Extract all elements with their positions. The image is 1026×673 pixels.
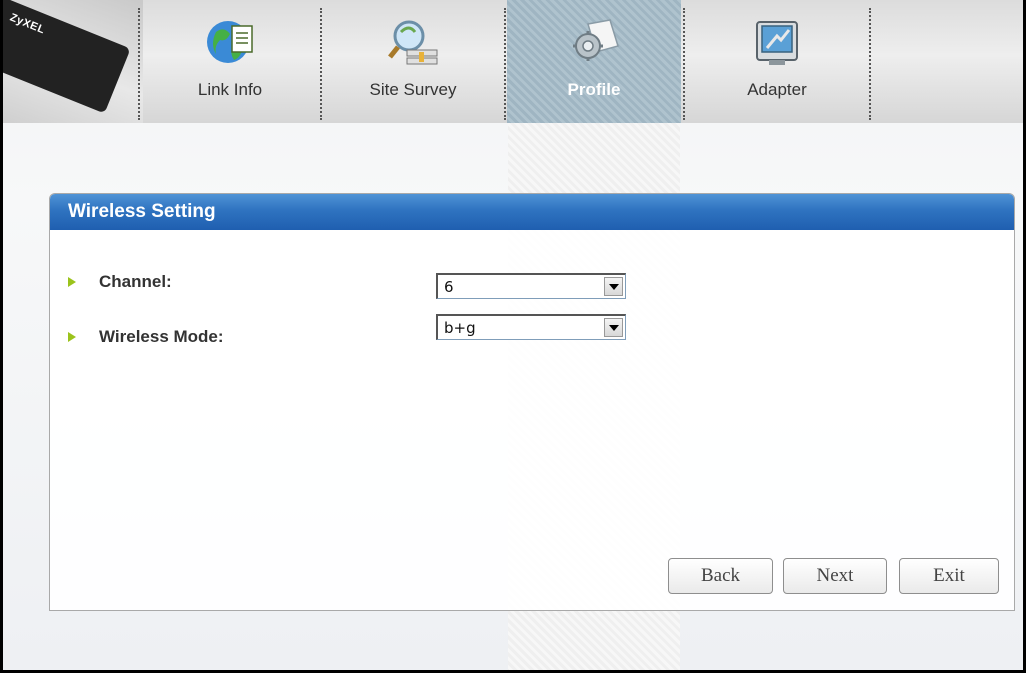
bullet-arrow-icon	[68, 332, 76, 342]
tab-adapter-label: Adapter	[747, 80, 807, 99]
chevron-down-icon[interactable]	[604, 318, 623, 337]
panel-header: Wireless Setting	[50, 194, 1014, 230]
brand-device-image: ZyXEL	[3, 0, 143, 123]
wireless-mode-select[interactable]: b+g	[436, 314, 626, 340]
tab-site-survey[interactable]: Site Survey	[322, 0, 504, 123]
bullet-arrow-icon	[68, 277, 76, 287]
gear-document-icon	[573, 19, 619, 61]
back-button[interactable]: Back	[668, 558, 773, 594]
next-button[interactable]: Next	[783, 558, 887, 594]
tab-site-survey-label: Site Survey	[369, 80, 457, 99]
wireless-mode-value: b+g	[444, 319, 476, 337]
tab-divider	[504, 8, 506, 120]
panel-title: Wireless Setting	[68, 201, 216, 222]
chevron-down-icon[interactable]	[604, 277, 623, 296]
tab-divider	[869, 8, 871, 120]
tab-profile-label: Profile	[567, 80, 621, 99]
exit-button[interactable]: Exit	[899, 558, 999, 594]
adapter-screen-icon	[756, 21, 798, 65]
tab-adapter[interactable]: Adapter	[685, 0, 869, 123]
magnifier-network-icon	[388, 20, 438, 65]
channel-select[interactable]: 6	[436, 273, 626, 299]
tab-profile[interactable]: Profile	[507, 0, 681, 123]
tab-link-info-label: Link Info	[197, 80, 263, 99]
channel-value: 6	[444, 278, 454, 296]
tab-link-info[interactable]: Link Info	[140, 0, 320, 123]
header-bar: ZyXEL Link Info Site Survey Profile Adap…	[3, 0, 1023, 123]
channel-label: Channel:	[99, 272, 172, 291]
app-window: ZyXEL Link Info Site Survey Profile Adap…	[0, 0, 1026, 673]
wireless-setting-panel: Wireless Setting Channel: 6 Wireless Mod…	[49, 193, 1015, 611]
globe-document-icon	[207, 21, 253, 63]
wireless-mode-label: Wireless Mode:	[99, 327, 224, 346]
